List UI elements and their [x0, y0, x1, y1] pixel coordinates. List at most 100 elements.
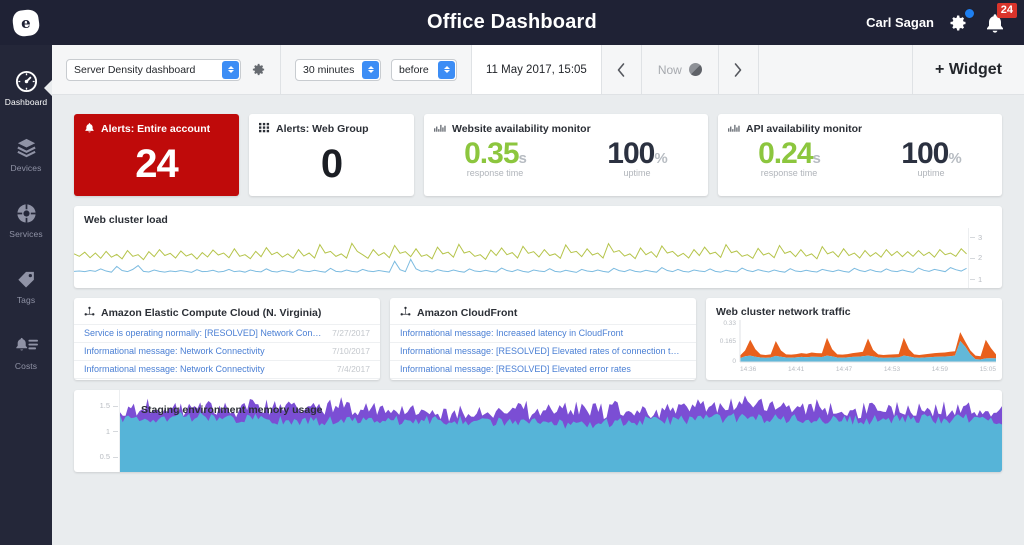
sidebar: Dashboard Devices Services Tags Costs	[0, 45, 52, 545]
alerts-web-group-card[interactable]: Alerts: Web Group 0	[249, 114, 414, 196]
top-bar: e Office Dashboard Carl Sagan 24	[0, 0, 1024, 45]
toolbar: Server Density dashboard 30 minutes befo…	[52, 45, 1024, 95]
y-tick: 3	[969, 232, 983, 242]
card-title: Staging environment memory usage	[131, 396, 332, 417]
chevron-right-icon	[735, 62, 742, 77]
card-title-text: Website availability monitor	[452, 122, 591, 135]
list-item[interactable]: Informational message: [ONGOING] Elevate…	[390, 377, 696, 380]
sidebar-item-costs[interactable]: Costs	[0, 319, 52, 385]
dashboard-content: Alerts: Entire account 24 Alerts: Web Gr…	[52, 96, 1024, 545]
prev-period-button[interactable]	[602, 45, 642, 94]
chevron-updown-icon	[438, 60, 455, 79]
response-time-value: 0.35	[464, 136, 519, 170]
aws-icon	[84, 306, 95, 321]
list-item-text[interactable]: Informational message: Network Connectiv…	[84, 345, 326, 358]
list-item-text[interactable]: Informational message: Network Connectiv…	[84, 363, 331, 376]
uptime-unit: %	[948, 149, 961, 167]
uptime-label: uptime	[623, 168, 651, 179]
y-axis: 1.5 1 0.5	[74, 390, 120, 472]
network-traffic-chart: 0.33 0.165 0 14:36 14:41 14:47 14:53 14:…	[706, 318, 1002, 380]
logo-wrap[interactable]: e	[0, 0, 52, 45]
add-widget-button[interactable]: + Widget	[913, 45, 1024, 94]
staging-memory-usage-card[interactable]: Staging environment memory usage 1.5 1 0…	[74, 390, 1002, 472]
sparkline-icon	[434, 122, 446, 136]
list-item[interactable]: Informational message: Network Connectiv…	[74, 359, 380, 378]
x-tick: 15:05	[979, 366, 996, 373]
toolbar-spacer	[759, 45, 914, 94]
card-title-text: Web cluster network traffic	[716, 306, 851, 318]
sidebar-item-label: Costs	[14, 360, 38, 371]
y-tick: 1	[105, 426, 119, 436]
uptime-label: uptime	[917, 168, 945, 179]
alert-bell-icon	[84, 122, 95, 137]
amazon-cloudfront-card[interactable]: Amazon CloudFront Informational message:…	[390, 298, 696, 380]
serverdensity-logo: e	[11, 7, 41, 38]
uptime-metric: 100% uptime	[860, 136, 1002, 179]
user-name[interactable]: Carl Sagan	[866, 15, 934, 30]
list-item-text[interactable]: Informational message: Increased latency…	[400, 327, 680, 340]
y-tick: 1.5	[99, 401, 119, 411]
list-item[interactable]: Informational message: Network Connectiv…	[74, 341, 380, 360]
direction-select-value: before	[399, 63, 429, 76]
tag-icon	[15, 268, 38, 291]
notification-count-badge: 24	[996, 2, 1017, 18]
uptime-value: 100	[901, 136, 949, 170]
x-tick: 14:41	[787, 366, 805, 373]
list-item-date: 7/4/2017	[336, 364, 370, 375]
sparkline-icon	[728, 122, 740, 136]
sidebar-item-tags[interactable]: Tags	[0, 253, 52, 319]
alerts-bell-button[interactable]: 24	[982, 2, 1017, 35]
sidebar-item-label: Tags	[16, 294, 36, 305]
next-period-button[interactable]	[719, 45, 759, 94]
uptime-value: 100	[607, 136, 655, 170]
settings-gear-button[interactable]	[948, 7, 975, 33]
response-time-label: response time	[466, 168, 524, 179]
list-item[interactable]: Informational message: Increased latency…	[390, 323, 696, 342]
sidebar-item-dashboard[interactable]: Dashboard	[0, 55, 52, 121]
status-row: Amazon Elastic Compute Cloud (N. Virgini…	[74, 298, 1002, 380]
monitor-metrics: 0.35s response time 100% uptime	[424, 136, 708, 179]
api-availability-monitor-card[interactable]: API availability monitor 0.24s response …	[718, 114, 1002, 196]
dashboard-settings-button[interactable]	[251, 62, 266, 77]
list-item-text[interactable]: Service is operating normally: [RESOLVED…	[84, 327, 326, 340]
list-item-text[interactable]: Informational message: [RESOLVED] Elevat…	[400, 363, 680, 376]
list-item[interactable]: Informational message: [RESOLVED] Elevat…	[390, 341, 696, 360]
website-availability-monitor-card[interactable]: Website availability monitor 0.35s respo…	[424, 114, 708, 196]
grid-dots-icon	[259, 122, 270, 137]
now-label: Now	[657, 62, 682, 77]
list-item-date: 7/10/2017	[332, 346, 370, 356]
dashboard-select[interactable]: Server Density dashboard	[66, 58, 241, 81]
aws-icon	[400, 306, 411, 321]
card-title-text: Alerts: Entire account	[101, 123, 211, 135]
chevron-updown-icon	[222, 60, 239, 79]
card-title: Amazon CloudFront	[390, 298, 696, 324]
sidebar-item-devices[interactable]: Devices	[0, 121, 52, 187]
amazon-ec2-card[interactable]: Amazon Elastic Compute Cloud (N. Virgini…	[74, 298, 380, 380]
direction-select[interactable]: before	[391, 58, 457, 81]
dashboard-selector-segment: Server Density dashboard	[52, 45, 281, 94]
card-title-text: API availability monitor	[746, 122, 863, 135]
list-item[interactable]: Service is operating normally: [RESOLVED…	[74, 323, 380, 342]
range-select[interactable]: 30 minutes	[295, 58, 381, 81]
list-item[interactable]: Informational message: [RESOLVED] Elevat…	[390, 359, 696, 378]
alerts-web-group-value: 0	[320, 141, 343, 186]
summary-row: Alerts: Entire account 24 Alerts: Web Gr…	[74, 114, 1002, 196]
alerts-entire-account-card[interactable]: Alerts: Entire account 24	[74, 114, 239, 196]
y-tick: 1	[969, 274, 983, 284]
y-tick: 0.5	[99, 452, 119, 462]
notification-dot	[964, 7, 975, 19]
card-title: Alerts: Web Group	[249, 114, 414, 137]
list-item[interactable]: Informational message: Network Connectiv…	[74, 377, 380, 380]
web-cluster-network-traffic-card[interactable]: Web cluster network traffic 0.33 0.165 0	[706, 298, 1002, 380]
card-title-text: Staging environment memory usage	[141, 404, 323, 416]
sidebar-item-services[interactable]: Services	[0, 187, 52, 253]
web-cluster-load-card[interactable]: Web cluster load 3 2 1	[74, 206, 1002, 288]
x-tick: 14:47	[835, 366, 853, 373]
monitor-metrics: 0.24s response time 100% uptime	[718, 136, 1002, 179]
list-item-text[interactable]: Informational message: [RESOLVED] Elevat…	[400, 345, 680, 358]
datetime-display[interactable]: 11 May 2017, 15:05	[472, 45, 602, 94]
card-title: Website availability monitor	[424, 114, 708, 136]
sidebar-item-label: Dashboard	[4, 96, 48, 107]
bell-list-icon	[14, 334, 39, 357]
now-button[interactable]: Now	[642, 45, 719, 94]
